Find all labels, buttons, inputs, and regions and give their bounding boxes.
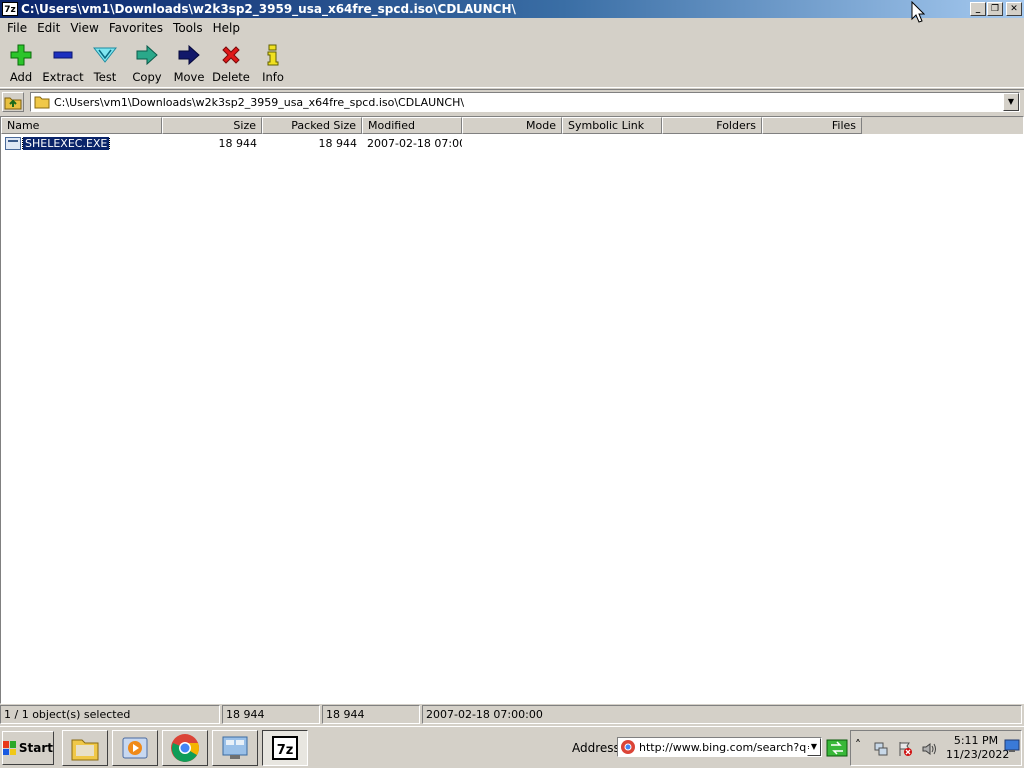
clock-date: 11/23/2022 <box>946 748 1010 761</box>
menu-favorites[interactable]: Favorites <box>104 21 168 35</box>
copy-button[interactable]: Copy <box>126 38 168 87</box>
column-name[interactable]: Name <box>1 117 162 134</box>
status-packed-size: 18 944 <box>322 705 420 724</box>
menu-help[interactable]: Help <box>208 21 245 35</box>
start-label: Start <box>18 741 53 755</box>
menu-bar: File Edit View Favorites Tools Help <box>0 18 1024 38</box>
restore-button[interactable]: ❐ <box>987 2 1003 16</box>
7zip-app-icon[interactable]: 7z <box>2 2 18 16</box>
control-panel-taskbar-button[interactable] <box>212 730 258 766</box>
status-bar: 1 / 1 object(s) selected 18 944 18 944 2… <box>0 705 1024 724</box>
clock-time: 5:11 PM <box>953 734 999 747</box>
explorer-taskbar-button[interactable] <box>62 730 108 766</box>
windows-logo-icon <box>3 741 16 755</box>
system-tray: ˄ 5:11 PM 11/23/2022 <box>850 730 1022 766</box>
file-list[interactable]: Name Size Packed Size Modified Mode Symb… <box>0 116 1024 704</box>
menu-view[interactable]: View <box>65 21 103 35</box>
delete-label: Delete <box>212 70 250 84</box>
menu-edit[interactable]: Edit <box>32 21 65 35</box>
network-icon[interactable] <box>873 741 889 757</box>
column-modified[interactable]: Modified <box>362 117 462 134</box>
info-label: Info <box>262 70 284 84</box>
table-row[interactable]: SHELEXEC.EXE 18 944 18 944 2007-02-18 07… <box>1 135 1023 152</box>
taskbar-address-dropdown[interactable]: ▼ <box>807 738 821 756</box>
file-packed-size: 18 944 <box>318 137 358 150</box>
taskbar-address-input[interactable]: http://www.bing.com/search?q=w <box>639 741 809 754</box>
extract-button[interactable]: Extract <box>42 38 84 87</box>
show-desktop-icon[interactable] <box>1004 739 1020 753</box>
address-bar: C:\Users\vm1\Downloads\w2k3sp2_3959_usa_… <box>0 89 1024 113</box>
action-center-flag-icon[interactable] <box>897 741 913 757</box>
taskbar-address-label: Address <box>572 741 620 755</box>
test-label: Test <box>93 70 117 84</box>
move-arrow-icon <box>177 44 201 66</box>
extract-label: Extract <box>42 70 84 84</box>
7zip-taskbar-button[interactable]: 7z <box>262 730 308 766</box>
delete-x-icon <box>219 44 243 66</box>
column-files[interactable]: Files <box>762 117 862 134</box>
chrome-icon <box>171 734 199 762</box>
window-title: C:\Users\vm1\Downloads\w2k3sp2_3959_usa_… <box>21 2 516 16</box>
file-name-cell[interactable]: SHELEXEC.EXE <box>1 137 162 150</box>
go-icon[interactable] <box>826 739 848 757</box>
column-packed-size[interactable]: Packed Size <box>262 117 362 134</box>
folder-up-button[interactable] <box>2 92 24 112</box>
file-modified: 2007-02-18 07:00 <box>367 137 462 150</box>
taskbar: Start 7z Address http://www.bing.com/sea… <box>0 726 1024 768</box>
list-header: Name Size Packed Size Modified Mode Symb… <box>1 117 1023 134</box>
toolbar: Add Extract Test Copy Move Delete Info <box>0 38 1024 88</box>
close-button[interactable]: ✕ <box>1006 2 1022 16</box>
info-button[interactable]: Info <box>252 38 294 87</box>
volume-icon[interactable] <box>921 741 937 757</box>
check-icon <box>93 44 117 66</box>
control-panel-icon <box>222 736 248 759</box>
title-bar[interactable]: 7z C:\Users\vm1\Downloads\w2k3sp2_3959_u… <box>0 0 1024 18</box>
add-label: Add <box>9 70 33 84</box>
move-label: Move <box>173 70 205 84</box>
menu-file[interactable]: File <box>2 21 32 35</box>
file-name[interactable]: SHELEXEC.EXE <box>21 137 111 150</box>
plus-icon <box>9 44 33 66</box>
status-selection: 1 / 1 object(s) selected <box>0 705 220 724</box>
minus-icon <box>51 44 75 66</box>
media-player-taskbar-button[interactable] <box>112 730 158 766</box>
test-button[interactable]: Test <box>84 38 126 87</box>
folder-up-icon <box>4 97 22 110</box>
column-size[interactable]: Size <box>162 117 262 134</box>
column-symbolic-link[interactable]: Symbolic Link <box>562 117 662 134</box>
copy-label: Copy <box>132 70 162 84</box>
mouse-cursor-icon <box>911 1 925 23</box>
move-button[interactable]: Move <box>168 38 210 87</box>
show-hidden-icons-icon[interactable]: ˄ <box>855 738 861 752</box>
chrome-small-icon <box>621 740 635 754</box>
info-icon <box>261 44 285 66</box>
status-size: 18 944 <box>222 705 320 724</box>
svg-text:7z: 7z <box>277 743 294 758</box>
minimize-button[interactable]: _ <box>970 2 986 16</box>
path-dropdown-button[interactable]: ▼ <box>1003 93 1019 111</box>
media-player-icon <box>122 737 148 759</box>
explorer-icon <box>71 739 99 761</box>
chrome-taskbar-button[interactable] <box>162 730 208 766</box>
clock[interactable]: 5:11 PM 11/23/2022 <box>946 734 1010 762</box>
menu-tools[interactable]: Tools <box>168 21 208 35</box>
path-text[interactable]: C:\Users\vm1\Downloads\w2k3sp2_3959_usa_… <box>54 96 464 109</box>
taskbar-address-combo[interactable]: http://www.bing.com/search?q=w ▼ <box>617 737 822 757</box>
folder-icon <box>34 96 50 109</box>
7zip-icon: 7z <box>272 736 298 760</box>
exe-file-icon <box>5 137 21 150</box>
status-modified: 2007-02-18 07:00:00 <box>422 705 1022 724</box>
column-mode[interactable]: Mode <box>462 117 562 134</box>
copy-arrow-icon <box>135 44 159 66</box>
file-size: 18 944 <box>218 137 258 150</box>
start-button[interactable]: Start <box>2 731 54 765</box>
column-folders[interactable]: Folders <box>662 117 762 134</box>
path-combo[interactable]: C:\Users\vm1\Downloads\w2k3sp2_3959_usa_… <box>30 92 1020 112</box>
add-button[interactable]: Add <box>0 38 42 87</box>
delete-button[interactable]: Delete <box>210 38 252 87</box>
